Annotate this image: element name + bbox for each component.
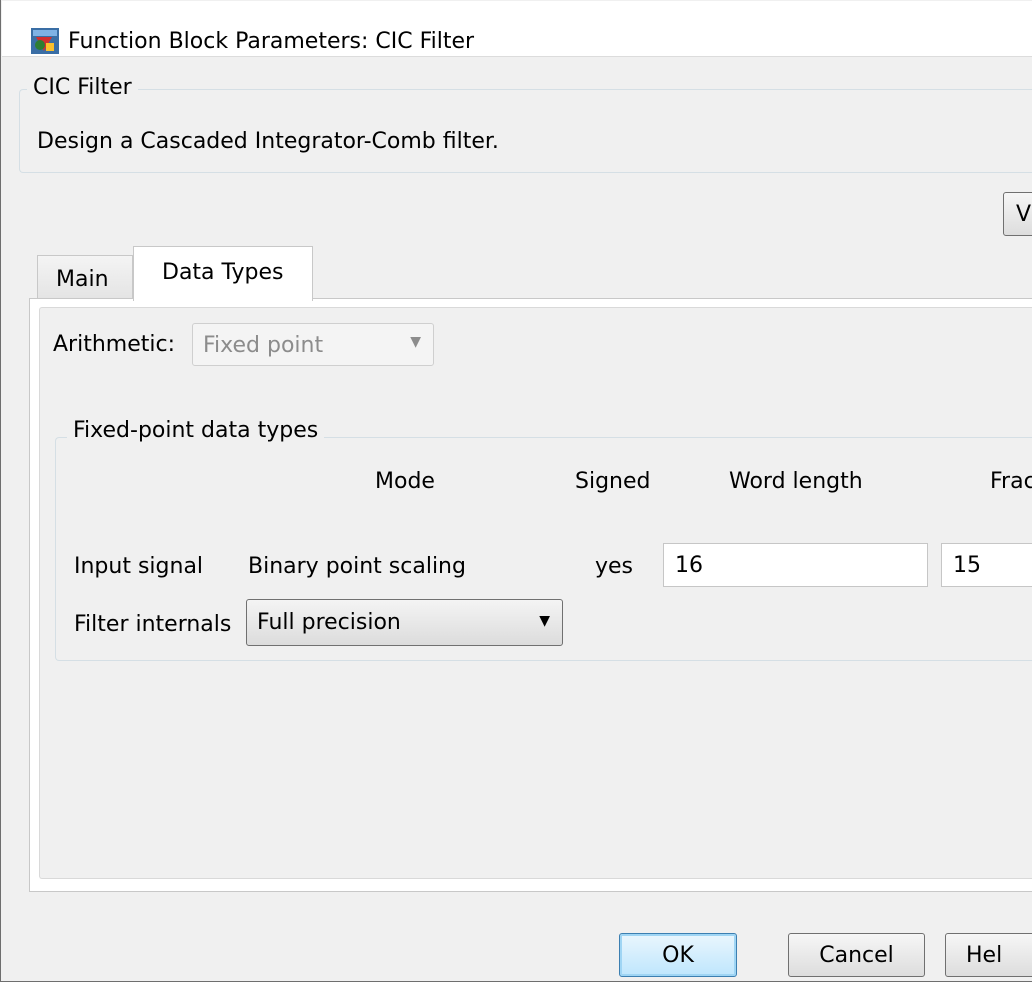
arithmetic-label: Arithmetic: xyxy=(53,332,175,357)
input-fraction-length-field[interactable]: 15 xyxy=(941,543,1032,587)
tab-data-types[interactable]: Data Types xyxy=(133,246,313,301)
column-header-mode: Mode xyxy=(375,469,435,494)
chevron-down-icon: ▼ xyxy=(410,334,421,350)
input-word-length-field[interactable]: 16 xyxy=(663,543,928,587)
ok-button[interactable]: OK xyxy=(619,933,737,977)
block-description: Design a Cascaded Integrator-Comb filter… xyxy=(37,129,499,154)
window-title: Function Block Parameters: CIC Filter xyxy=(68,29,475,54)
tab-main[interactable]: Main xyxy=(37,255,133,299)
column-header-fraction-length: Frac xyxy=(990,469,1032,494)
filter-internals-select[interactable]: Full precision ▼ xyxy=(246,599,563,646)
dialog-window: Function Block Parameters: CIC Filter CI… xyxy=(0,0,1032,982)
input-signal-signed: yes xyxy=(595,554,634,579)
filter-internals-value: Full precision xyxy=(257,610,401,635)
title-bar[interactable]: Function Block Parameters: CIC Filter xyxy=(2,1,1032,57)
filter-internals-label: Filter internals xyxy=(74,612,232,637)
view-filter-response-button[interactable]: Vi xyxy=(1003,192,1032,236)
arithmetic-value: Fixed point xyxy=(203,333,324,358)
fixed-point-group-title: Fixed-point data types xyxy=(67,418,325,443)
chevron-down-icon: ▼ xyxy=(539,613,550,629)
input-signal-mode: Binary point scaling xyxy=(248,554,466,579)
arithmetic-select[interactable]: Fixed point ▼ xyxy=(192,323,434,366)
column-header-signed: Signed xyxy=(575,469,651,494)
help-button[interactable]: Hel xyxy=(945,933,1032,977)
column-header-word-length: Word length xyxy=(729,469,863,494)
simulink-block-icon xyxy=(31,28,59,54)
cancel-button[interactable]: Cancel xyxy=(788,933,925,977)
input-signal-label: Input signal xyxy=(74,554,204,579)
block-group-title: CIC Filter xyxy=(27,75,138,100)
